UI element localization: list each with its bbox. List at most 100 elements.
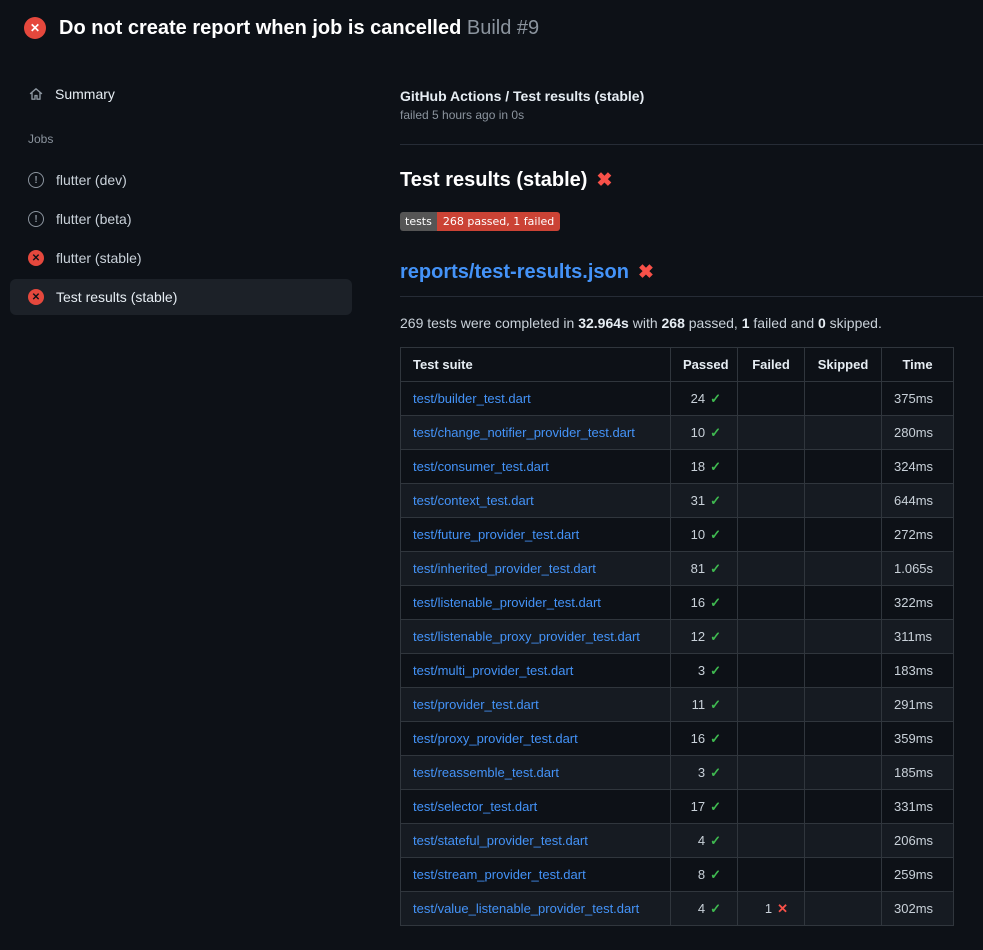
- passed-count: 4: [698, 833, 705, 848]
- failed-cell: [738, 722, 805, 756]
- summary-text: failed and: [750, 315, 819, 331]
- time-cell: 206ms: [882, 824, 954, 858]
- time-cell: 291ms: [882, 688, 954, 722]
- passed-cell: 11✓: [671, 688, 738, 722]
- skipped-cell: [805, 552, 882, 586]
- test-suite-link[interactable]: test/builder_test.dart: [413, 391, 531, 406]
- table-row: test/selector_test.dart 17✓ 331ms: [401, 790, 954, 824]
- passed-count: 31: [691, 493, 705, 508]
- test-suite-link[interactable]: test/multi_provider_test.dart: [413, 663, 573, 678]
- test-suite-link[interactable]: test/future_provider_test.dart: [413, 527, 579, 542]
- badge-label: tests: [400, 212, 437, 231]
- x-circle-icon: ✕: [28, 250, 44, 266]
- test-suite-link[interactable]: test/selector_test.dart: [413, 799, 537, 814]
- table-row: test/reassemble_test.dart3✓185ms: [401, 756, 954, 790]
- page-header: ✕ Do not create report when job is cance…: [0, 0, 983, 56]
- suite-cell: test/stateful_provider_test.dart: [401, 824, 671, 858]
- failed-cell: [738, 858, 805, 892]
- sidebar-item-test-results-stable[interactable]: ✕Test results (stable): [10, 279, 352, 315]
- passed-count: 8: [698, 867, 705, 882]
- x-circle-icon: ✕: [24, 17, 46, 39]
- page-layout: Summary Jobs !flutter (dev)!flutter (bet…: [0, 56, 983, 926]
- skipped-cell: [805, 790, 882, 824]
- table-row: test/multi_provider_test.dart3✓183ms: [401, 654, 954, 688]
- table-row: test/builder_test.dart24✓375ms: [401, 382, 954, 416]
- test-suite-link[interactable]: test/proxy_provider_test.dart: [413, 731, 578, 746]
- check-icon: ✓: [710, 901, 721, 916]
- test-suite-link[interactable]: test/provider_test.dart: [413, 697, 539, 712]
- failed-cell: [738, 790, 805, 824]
- skipped-cell: [805, 586, 882, 620]
- check-icon: ✓: [710, 629, 721, 644]
- passed-count: 12: [691, 629, 705, 644]
- test-suite-link[interactable]: test/listenable_provider_test.dart: [413, 595, 601, 610]
- check-icon: ✓: [710, 833, 721, 848]
- suite-cell: test/context_test.dart: [401, 484, 671, 518]
- failed-cell: 1✕: [738, 892, 805, 926]
- test-suite-link[interactable]: test/value_listenable_provider_test.dart: [413, 901, 639, 916]
- summary-text: skipped.: [826, 315, 882, 331]
- sidebar-item-summary[interactable]: Summary: [10, 78, 352, 110]
- passed-count: 81: [691, 561, 705, 576]
- table-row: test/consumer_test.dart18✓324ms: [401, 450, 954, 484]
- summary-value: 1: [742, 315, 750, 331]
- sidebar-item-flutter-stable[interactable]: ✕flutter (stable): [10, 240, 352, 276]
- check-icon: ✓: [710, 731, 721, 746]
- test-suite-link[interactable]: test/inherited_provider_test.dart: [413, 561, 596, 576]
- skipped-cell: [805, 416, 882, 450]
- report-title: reports/test-results.json ✖: [400, 261, 983, 297]
- failed-cell: [738, 484, 805, 518]
- test-suite-link[interactable]: test/listenable_proxy_provider_test.dart: [413, 629, 640, 644]
- table-row: test/context_test.dart31✓644ms: [401, 484, 954, 518]
- summary-text: passed,: [685, 315, 742, 331]
- time-cell: 302ms: [882, 892, 954, 926]
- table-row: test/value_listenable_provider_test.dart…: [401, 892, 954, 926]
- suite-cell: test/builder_test.dart: [401, 382, 671, 416]
- time-cell: 324ms: [882, 450, 954, 484]
- passed-count: 4: [698, 901, 705, 916]
- report-link[interactable]: reports/test-results.json: [400, 261, 629, 284]
- section-title: Test results (stable)✖: [400, 169, 983, 192]
- skipped-cell: [805, 722, 882, 756]
- results-table: Test suite Passed Failed Skipped Time te…: [400, 347, 954, 926]
- summary-label: Summary: [55, 86, 115, 102]
- table-row: test/proxy_provider_test.dart16✓359ms: [401, 722, 954, 756]
- skipped-cell: [805, 484, 882, 518]
- time-cell: 359ms: [882, 722, 954, 756]
- check-icon: ✓: [710, 663, 721, 678]
- header-passed: Passed: [671, 348, 738, 382]
- table-row: test/listenable_provider_test.dart16✓322…: [401, 586, 954, 620]
- passed-cell: 10✓: [671, 416, 738, 450]
- skipped-cell: [805, 824, 882, 858]
- header-time: Time: [882, 348, 954, 382]
- summary-value: 0: [818, 315, 826, 331]
- check-icon: ✓: [710, 765, 721, 780]
- passed-cell: 17✓: [671, 790, 738, 824]
- test-suite-link[interactable]: test/change_notifier_provider_test.dart: [413, 425, 635, 440]
- divider: [400, 144, 983, 145]
- passed-count: 16: [691, 595, 705, 610]
- test-suite-link[interactable]: test/consumer_test.dart: [413, 459, 549, 474]
- build-number: Build #9: [467, 17, 539, 39]
- sidebar-item-flutter-dev[interactable]: !flutter (dev): [10, 162, 352, 198]
- passed-cell: 8✓: [671, 858, 738, 892]
- skipped-cell: [805, 382, 882, 416]
- suite-cell: test/reassemble_test.dart: [401, 756, 671, 790]
- sidebar-item-flutter-beta[interactable]: !flutter (beta): [10, 201, 352, 237]
- table-row: test/provider_test.dart 11✓ 291ms: [401, 688, 954, 722]
- failed-cell: [738, 688, 805, 722]
- test-suite-link[interactable]: test/reassemble_test.dart: [413, 765, 559, 780]
- suite-cell: test/multi_provider_test.dart: [401, 654, 671, 688]
- time-cell: 1.065s: [882, 552, 954, 586]
- failed-cell: [738, 518, 805, 552]
- failed-x-icon: ✖: [638, 261, 654, 284]
- test-suite-link[interactable]: test/context_test.dart: [413, 493, 534, 508]
- failed-cell: [738, 756, 805, 790]
- table-row: test/change_notifier_provider_test.dart 1…: [401, 416, 954, 450]
- page-title: Do not create report when job is cancell…: [59, 17, 539, 40]
- passed-cell: 4✓: [671, 892, 738, 926]
- test-suite-link[interactable]: test/stateful_provider_test.dart: [413, 833, 588, 848]
- test-suite-link[interactable]: test/stream_provider_test.dart: [413, 867, 586, 882]
- results-table-body: test/builder_test.dart24✓375mstest/chang…: [401, 382, 954, 926]
- time-cell: 331ms: [882, 790, 954, 824]
